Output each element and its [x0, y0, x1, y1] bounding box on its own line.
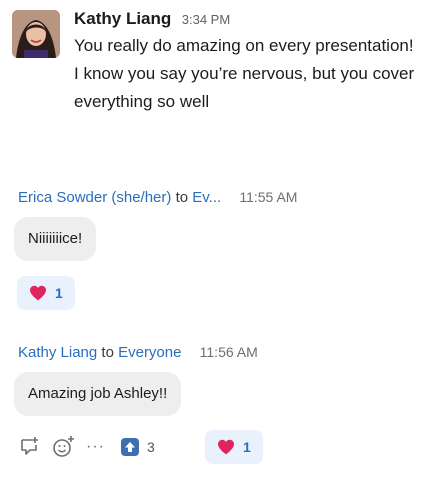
heart-icon: [30, 285, 46, 301]
message-bubble: Niiiiiiice!: [14, 217, 97, 261]
recipient-name[interactable]: Everyone: [118, 344, 181, 361]
message-bubble: Amazing job Ashley!!: [14, 372, 182, 416]
reaction-pill[interactable]: 1: [205, 430, 263, 464]
to-label: to: [175, 189, 189, 206]
message-text: You really do amazing on every presentat…: [74, 36, 415, 111]
chat-message-header: Kathy Liang to Everyone 11:56 AM: [18, 342, 258, 363]
message-timestamp: 11:55 AM: [239, 189, 298, 205]
message-timestamp: 11:56 AM: [199, 344, 258, 360]
add-emoji-icon[interactable]: [52, 435, 76, 459]
heart-icon: [218, 439, 234, 455]
sender-name[interactable]: Kathy Liang: [74, 9, 171, 28]
sender-name[interactable]: Kathy Liang: [18, 344, 97, 361]
reaction-count: 1: [243, 439, 251, 455]
chat-message-header: Erica Sowder (she/her) to Ev... 11:55 AM: [18, 187, 297, 208]
chat-panel: Kathy Liang 3:34 PM You really do amazin…: [0, 0, 423, 482]
upvote-button[interactable]: 3: [120, 438, 155, 456]
recipient-name[interactable]: Ev...: [192, 189, 221, 206]
more-options-button[interactable]: ···: [86, 435, 105, 459]
upvote-icon: [120, 438, 139, 456]
message-header: Kathy Liang 3:34 PM: [74, 8, 416, 30]
avatar-image: [12, 10, 60, 58]
to-label: to: [101, 344, 114, 361]
message-actions: ··· 3: [18, 430, 171, 464]
message-text: Amazing job Ashley!!: [28, 385, 168, 402]
avatar[interactable]: [12, 10, 60, 58]
upvote-count: 3: [146, 439, 155, 455]
reply-icon[interactable]: [18, 435, 42, 459]
message-content: Kathy Liang 3:34 PM You really do amazin…: [74, 8, 416, 116]
reaction-count: 1: [55, 285, 63, 301]
sender-name[interactable]: Erica Sowder (she/her): [18, 189, 171, 206]
message-text: Niiiiiiice!: [28, 230, 83, 247]
reaction-pill[interactable]: 1: [17, 276, 75, 310]
message-timestamp[interactable]: 3:34 PM: [182, 12, 230, 27]
